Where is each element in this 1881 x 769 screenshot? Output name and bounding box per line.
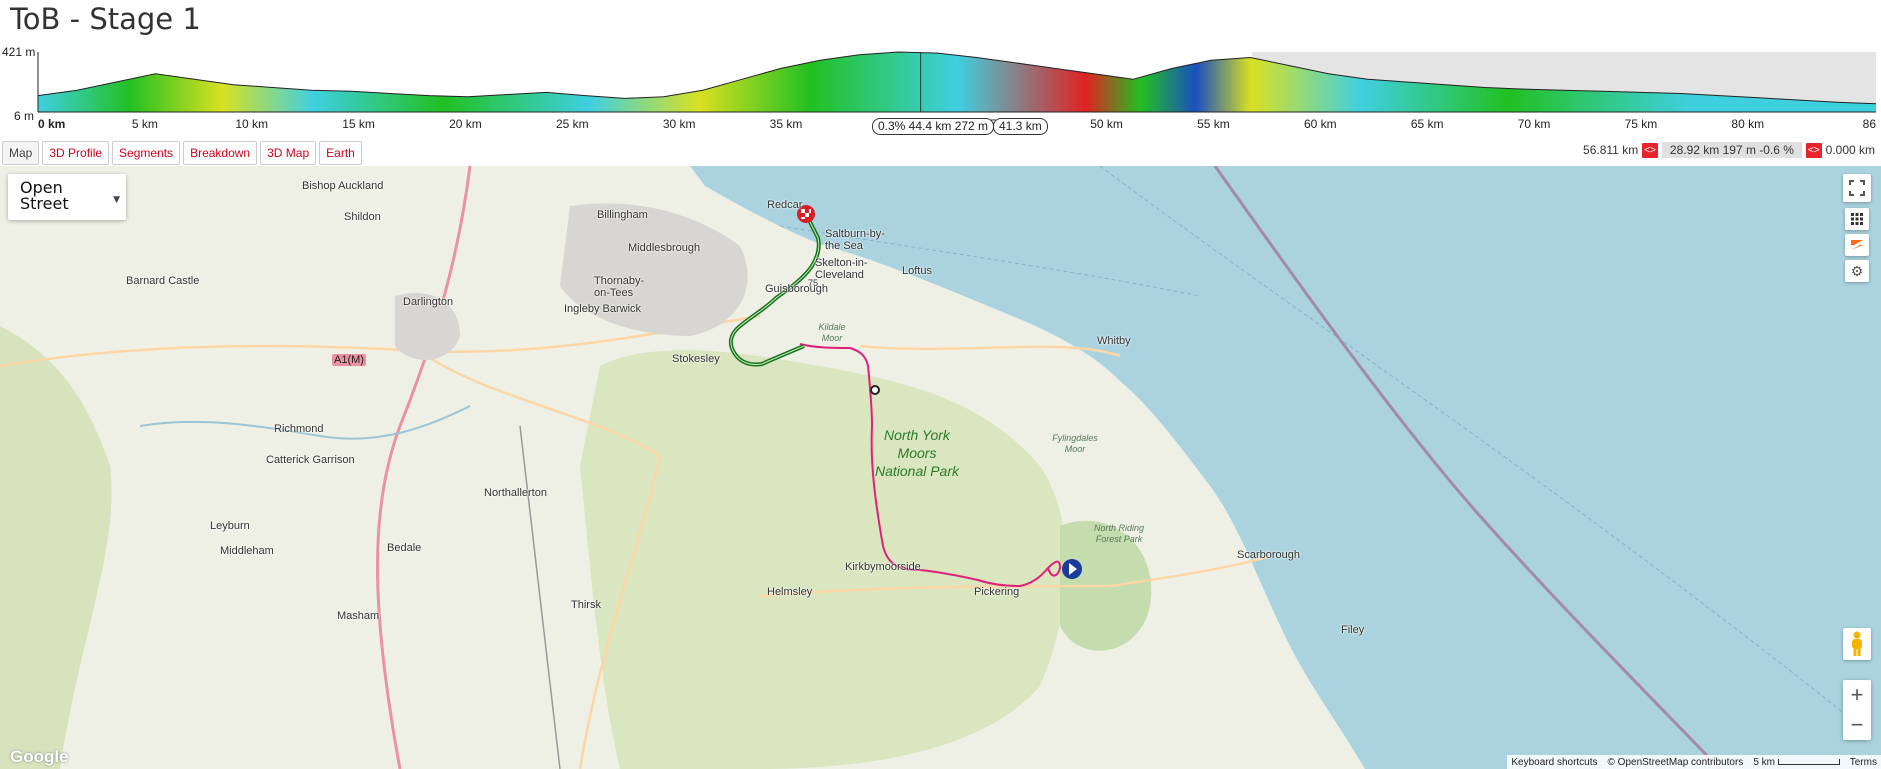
tab-map[interactable]: Map <box>2 141 40 165</box>
grid-button[interactable] <box>1845 208 1869 230</box>
x-tick-label: 30 km <box>663 117 696 131</box>
copyright-text[interactable]: © OpenStreetMap contributors <box>1608 757 1744 768</box>
place-label: Redcar <box>767 199 803 211</box>
place-label: Loftus <box>902 265 932 277</box>
place-label: Middleham <box>220 545 274 557</box>
place-label: Bishop Auckland <box>302 180 384 192</box>
start-play-icon[interactable] <box>1062 559 1082 579</box>
end-distance: 0.000 km <box>1825 143 1875 157</box>
place-label: Kirkbymoorside <box>845 561 921 573</box>
scale-bar: 5 km <box>1753 757 1840 768</box>
x-tick-label: 60 km <box>1304 117 1337 131</box>
place-label: Barnard Castle <box>126 275 200 287</box>
place-label: Catterick Garrison <box>266 454 355 466</box>
place-label: Saltburn-by-the Sea <box>825 228 885 252</box>
tab-3d-map[interactable]: 3D Map <box>260 141 317 165</box>
place-label: Guisborough <box>765 283 828 295</box>
selection-flag: 41.3 km <box>993 118 1048 135</box>
y-max-label: 421 m <box>2 46 35 59</box>
map-attribution: Keyboard shortcuts © OpenStreetMap contr… <box>1507 755 1881 769</box>
x-tick-label: 20 km <box>449 117 482 131</box>
fullscreen-button[interactable] <box>1843 174 1871 202</box>
x-tick-label: 0 km <box>38 117 65 131</box>
strava-button[interactable] <box>1845 234 1869 256</box>
place-label: Pickering <box>974 586 1020 598</box>
zoom-in-button[interactable]: + <box>1843 680 1871 710</box>
place-label: Ingleby Barwick <box>564 303 642 315</box>
layer-label: Open Street <box>20 178 69 213</box>
keyboard-shortcuts-link[interactable]: Keyboard shortcuts <box>1511 757 1597 768</box>
end-arrows-button[interactable]: <> <box>1805 142 1822 158</box>
x-tick-label: 50 km <box>1090 117 1123 131</box>
zoom-control: + − <box>1843 680 1871 740</box>
cursor-flag: 0.3% 44.4 km 272 m <box>872 118 995 135</box>
map-view[interactable]: Bishop Auckland Shildon Billingham Redca… <box>0 166 1881 769</box>
place-label: Leyburn <box>210 520 250 532</box>
terms-link[interactable]: Terms <box>1850 757 1877 768</box>
place-label: Middlesbrough <box>628 242 701 254</box>
google-logo: Google <box>10 747 69 766</box>
settings-button[interactable]: ⚙ <box>1845 260 1869 282</box>
gear-icon: ⚙ <box>1850 262 1864 279</box>
x-tick-label: 80 km <box>1731 117 1764 131</box>
waypoint-marker[interactable] <box>870 385 880 395</box>
place-label: Scarborough <box>1237 549 1300 561</box>
chevron-down-icon: ▼ <box>113 195 120 205</box>
place-label: Shildon <box>344 211 381 223</box>
map-layer-selector[interactable]: Open Street ▼ <box>8 174 126 220</box>
place-label: Thornaby-on-Tees <box>594 275 645 299</box>
grid-icon <box>1851 213 1863 225</box>
tab-3d-profile[interactable]: 3D Profile <box>42 141 110 165</box>
street-view-button[interactable] <box>1843 628 1871 660</box>
place-label: Northallerton <box>484 487 547 499</box>
place-label: Filey <box>1341 624 1365 636</box>
place-label: Masham <box>337 610 380 622</box>
x-tick-label: 86 <box>1863 117 1877 131</box>
forest-label: North Riding Forest Park <box>1093 523 1145 544</box>
segment-summary: 28.92 km 197 m -0.6 % <box>1661 142 1802 158</box>
strava-icon <box>1851 240 1863 250</box>
place-label: Bedale <box>387 542 422 554</box>
road-shield: A1(M) <box>332 354 366 366</box>
place-label: Billingham <box>597 209 648 221</box>
place-label: Richmond <box>274 423 324 435</box>
x-tick-label: 75 km <box>1625 117 1658 131</box>
place-label: Stokesley <box>672 353 720 365</box>
tab-segments[interactable]: Segments <box>112 141 181 165</box>
fullscreen-icon <box>1849 180 1865 196</box>
place-label: Thirsk <box>571 599 601 611</box>
x-tick-label: 10 km <box>235 117 268 131</box>
place-label: Whitby <box>1097 335 1131 347</box>
selection-stats: 56.811 km <> 28.92 km 197 m -0.6 % <> 0.… <box>1583 141 1875 159</box>
x-tick-label: 25 km <box>556 117 589 131</box>
view-tabs: Map 3D Profile Segments Breakdown 3D Map… <box>2 141 362 165</box>
place-label: Skelton-in-Cleveland <box>815 257 868 281</box>
place-label: Darlington <box>403 296 454 308</box>
x-tick-label: 65 km <box>1411 117 1444 131</box>
place-label: Helmsley <box>767 586 813 598</box>
national-park-label: North York Moors National Park <box>874 427 960 479</box>
x-tick-label: 70 km <box>1518 117 1551 131</box>
road-number: 75 <box>808 278 819 288</box>
y-min-label: 6 m <box>14 109 34 123</box>
page-title: ToB - Stage 1 <box>10 2 201 36</box>
pegman-icon <box>1852 631 1862 656</box>
tab-earth[interactable]: Earth <box>319 141 362 165</box>
zoom-out-button[interactable]: − <box>1843 710 1871 740</box>
moor-label: Kildale Moor <box>818 322 846 343</box>
tab-breakdown[interactable]: Breakdown <box>183 141 258 165</box>
x-tick-label: 35 km <box>770 117 803 131</box>
x-tick-label: 55 km <box>1197 117 1230 131</box>
moor-label: Fylingdales Moor <box>1052 433 1098 454</box>
start-arrows-button[interactable]: <> <box>1642 142 1658 158</box>
x-tick-label: 15 km <box>342 117 375 131</box>
x-tick-label: 5 km <box>132 117 158 131</box>
start-distance: 56.811 km <box>1583 143 1639 157</box>
